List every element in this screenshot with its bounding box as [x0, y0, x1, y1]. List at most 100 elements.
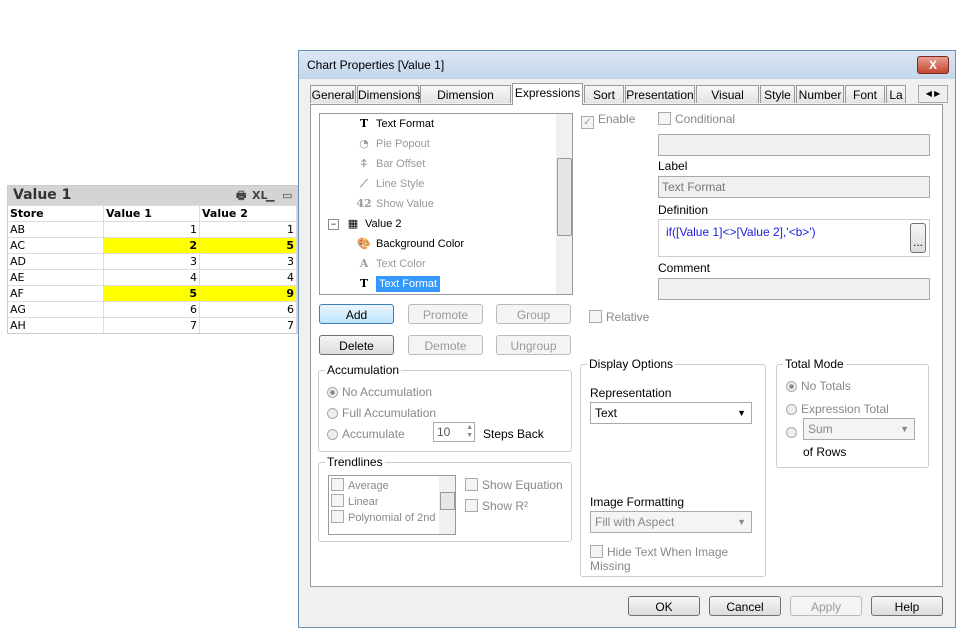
- group-button[interactable]: Group: [496, 304, 571, 324]
- tree-item[interactable]: 🎨 Background Color: [356, 235, 464, 253]
- table-row[interactable]: AC 2 5: [8, 237, 297, 253]
- accumulate-radio[interactable]: Accumulate: [327, 427, 405, 441]
- table-row[interactable]: AE 4 4: [8, 269, 297, 285]
- tree-item[interactable]: T Text Format: [356, 115, 434, 133]
- expression-type-icon: T: [359, 277, 369, 290]
- table-cell[interactable]: 7: [104, 318, 200, 333]
- demote-button[interactable]: Demote: [408, 335, 483, 355]
- table-cell[interactable]: AB: [8, 222, 104, 237]
- table-cell[interactable]: 4: [104, 270, 200, 285]
- show-equation-checkbox[interactable]: Show Equation: [465, 478, 563, 492]
- table-cell[interactable]: AD: [8, 254, 104, 269]
- collapse-icon[interactable]: −: [328, 219, 339, 230]
- ungroup-button[interactable]: Ungroup: [496, 335, 571, 355]
- table-row[interactable]: AF 5 9: [8, 285, 297, 301]
- trendline-item[interactable]: Linear: [331, 494, 379, 508]
- delete-button[interactable]: Delete: [319, 335, 394, 355]
- no-totals-radio[interactable]: No Totals: [786, 379, 851, 393]
- trendline-item[interactable]: Average: [331, 478, 389, 492]
- tab-sort[interactable]: Sort: [584, 85, 624, 103]
- promote-button[interactable]: Promote: [408, 304, 483, 324]
- table-cell[interactable]: AH: [8, 318, 104, 333]
- comment-input[interactable]: [658, 278, 930, 300]
- enable-checkbox[interactable]: ✓ Enable: [581, 112, 635, 129]
- close-button[interactable]: X: [917, 56, 949, 74]
- tab-la[interactable]: La: [886, 85, 906, 103]
- hide-text-checkbox[interactable]: Hide Text When Image Missing: [590, 545, 765, 573]
- tree-item[interactable]: ⟋ Line Style: [356, 175, 424, 193]
- table-row[interactable]: AB 1 1: [8, 221, 297, 237]
- tree-item[interactable]: T Text Format: [356, 275, 441, 293]
- minimize-icon[interactable]: ▁: [266, 186, 274, 205]
- ok-button[interactable]: OK: [628, 596, 700, 616]
- tree-item[interactable]: ⍏ Bar Offset: [356, 155, 426, 173]
- conditional-checkbox[interactable]: Conditional: [658, 112, 735, 126]
- no-accumulation-radio[interactable]: No Accumulation: [327, 385, 432, 399]
- definition-input[interactable]: if([Value 1]<>[Value 2],'<b>') ...: [658, 219, 930, 257]
- table-cell[interactable]: AG: [8, 302, 104, 317]
- show-r2-checkbox[interactable]: Show R²: [465, 499, 528, 513]
- tab-scroll-arrows[interactable]: ◀ ▶: [918, 85, 948, 103]
- tree-item[interactable]: A Text Color: [356, 255, 426, 273]
- table-cell[interactable]: 7: [200, 318, 297, 333]
- ellipsis-button[interactable]: ...: [910, 223, 926, 253]
- tab-style[interactable]: Style: [760, 85, 795, 103]
- tab-number[interactable]: Number: [796, 85, 844, 103]
- trendlines-group: Trendlines Average Linear Polynomial of 2n…: [318, 455, 572, 542]
- table-row[interactable]: AG 6 6: [8, 301, 297, 317]
- table-cell[interactable]: 9: [200, 286, 297, 301]
- header-value1[interactable]: Value 1: [104, 206, 200, 221]
- tab-font[interactable]: Font: [845, 85, 885, 103]
- tab-dimensions[interactable]: Dimensions: [357, 85, 421, 103]
- tree-scrollbar[interactable]: [556, 114, 572, 294]
- table-row[interactable]: AH 7 7: [8, 317, 297, 333]
- tab-visual-cues[interactable]: Visual Cues: [696, 85, 759, 120]
- header-value2[interactable]: Value 2: [200, 206, 297, 221]
- expression-tree[interactable]: T Text Format ◔ Pie Popout ⍏ Bar Offset ⟋ Line …: [319, 113, 573, 295]
- trendline-list[interactable]: Average Linear Polynomial of 2nd d: [328, 475, 456, 535]
- image-formatting-dropdown[interactable]: Fill with Aspect ▼: [590, 511, 752, 533]
- table-cell[interactable]: 6: [200, 302, 297, 317]
- expression-type-icon: ⍏: [360, 157, 368, 170]
- table-cell[interactable]: 1: [104, 222, 200, 237]
- tab-dimension-limits[interactable]: Dimension Limits: [420, 85, 511, 120]
- help-button[interactable]: Help: [871, 596, 943, 616]
- table-cell[interactable]: 5: [200, 238, 297, 253]
- print-icon[interactable]: 🖶: [236, 186, 246, 205]
- table-cell[interactable]: 3: [104, 254, 200, 269]
- apply-button[interactable]: Apply: [790, 596, 862, 616]
- cancel-button[interactable]: Cancel: [709, 596, 781, 616]
- relative-checkbox[interactable]: Relative: [589, 310, 649, 324]
- trendline-item[interactable]: Polynomial of 2nd d: [331, 510, 445, 524]
- table-cell[interactable]: AF: [8, 286, 104, 301]
- full-accumulation-radio[interactable]: Full Accumulation: [327, 406, 436, 420]
- add-button[interactable]: Add: [319, 304, 394, 324]
- table-cell[interactable]: 3: [200, 254, 297, 269]
- table-cell[interactable]: 6: [104, 302, 200, 317]
- tab-expressions[interactable]: Expressions: [512, 83, 583, 105]
- table-cell[interactable]: 2: [104, 238, 200, 253]
- table-cell[interactable]: 4: [200, 270, 297, 285]
- expression-type-icon: ▦: [347, 217, 359, 230]
- expression-total-radio[interactable]: Expression Total: [786, 402, 889, 416]
- sum-radio[interactable]: [786, 425, 801, 439]
- table-row[interactable]: AD 3 3: [8, 253, 297, 269]
- tab-presentation[interactable]: Presentation: [625, 85, 695, 103]
- table-cell[interactable]: AC: [8, 238, 104, 253]
- tree-item[interactable]: − ▦ Value 2: [328, 215, 402, 233]
- tree-item[interactable]: ◔ Pie Popout: [356, 135, 430, 153]
- sum-dropdown[interactable]: Sum ▼: [803, 418, 915, 440]
- steps-spinner[interactable]: 10 ▲ ▼: [433, 422, 475, 442]
- label-input[interactable]: Text Format: [658, 176, 930, 198]
- maximize-icon[interactable]: ▭: [282, 186, 292, 205]
- representation-label: Representation: [590, 386, 672, 400]
- table-cell[interactable]: AE: [8, 270, 104, 285]
- tab-general[interactable]: General: [310, 85, 356, 103]
- header-store[interactable]: Store: [8, 206, 104, 221]
- representation-dropdown[interactable]: Text ▼: [590, 402, 752, 424]
- expression-type-icon: ◔: [359, 137, 369, 150]
- tree-item[interactable]: 42 Show Value: [356, 195, 434, 213]
- table-cell[interactable]: 1: [200, 222, 297, 237]
- conditional-input[interactable]: [658, 134, 930, 156]
- table-cell[interactable]: 5: [104, 286, 200, 301]
